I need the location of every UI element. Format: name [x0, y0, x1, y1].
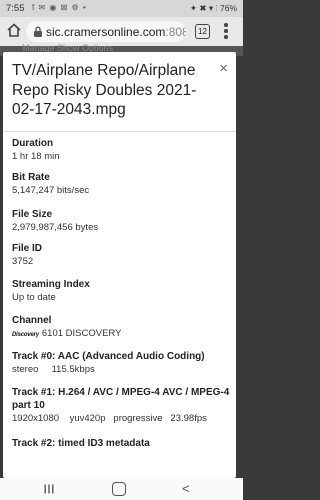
field-label: Streaming Index	[12, 279, 90, 290]
field-label: Track #0: AAC (Advanced Audio Coding)	[12, 351, 205, 362]
url-host: sic.cramersonline.com	[46, 25, 166, 39]
field-label: File Size	[12, 209, 53, 220]
lock-icon	[34, 26, 42, 37]
field-label: Track #2: timed ID3 metadata	[12, 438, 150, 449]
field-track-0: Track #0: AAC (Advanced Audio Coding) st…	[12, 350, 230, 376]
close-icon[interactable]: ×	[219, 60, 228, 77]
field-value: 1 hr 18 min	[12, 151, 60, 162]
system-icons: ✦ ✖ ▾ ⫶	[189, 3, 218, 13]
status-right: ✦ ✖ ▾ ⫶ 76%	[190, 3, 237, 14]
field-track-2: Track #2: timed ID3 metadata	[12, 437, 230, 450]
status-bar: 7:55 f ✉ ◉ ⊠ ⚙ • ✦ ✖ ▾ ⫶ 76%	[0, 0, 243, 17]
overflow-menu-icon[interactable]	[224, 23, 228, 39]
field-value: 3752	[12, 256, 34, 267]
field-label: Duration	[12, 138, 54, 149]
file-details-dialog: × TV/Airplane Repo/Airplane Repo Risky D…	[3, 52, 236, 478]
field-value: Discovery 6101 DISCOVERY	[12, 327, 230, 342]
field-streaming-index: Streaming Index Up to date	[12, 278, 230, 304]
nav-home-button[interactable]	[112, 482, 126, 496]
field-label: Track #1: H.264 / AVC / MPEG-4 AVC / MPE…	[12, 387, 230, 411]
field-track-1: Track #1: H.264 / AVC / MPEG-4 AVC / MPE…	[12, 386, 230, 425]
home-icon[interactable]	[6, 22, 22, 38]
url-text: sic.cramersonline.com:8089	[46, 25, 186, 39]
url-port: :8089	[165, 25, 186, 39]
field-bit-rate: Bit Rate 5,147,247 bits/sec	[12, 171, 230, 197]
field-label: Bit Rate	[12, 172, 50, 183]
field-label: File ID	[12, 243, 43, 254]
recent-apps-icon[interactable]	[44, 484, 54, 494]
field-channel: Channel Discovery 6101 DISCOVERY	[12, 314, 230, 342]
field-value: 2,979,987,456 bytes	[12, 222, 99, 233]
back-icon[interactable]: <	[182, 481, 190, 496]
address-bar[interactable]: sic.cramersonline.com:8089	[26, 21, 186, 42]
field-value: Up to date	[12, 292, 56, 303]
field-file-id: File ID 3752	[12, 242, 230, 268]
divider	[3, 131, 236, 132]
battery-percent: 76%	[219, 3, 237, 13]
discovery-logo-icon: Discovery	[12, 332, 39, 338]
channel-name: 6101 DISCOVERY	[41, 328, 122, 339]
field-duration: Duration 1 hr 18 min	[12, 137, 230, 163]
field-value: 5,147,247 bits/sec	[12, 185, 90, 196]
browser-toolbar: sic.cramersonline.com:8089 12	[0, 17, 243, 46]
field-value: stereo 115.5kbps	[12, 364, 95, 375]
notification-icons: f ✉ ◉ ⊠ ⚙ •	[32, 3, 87, 12]
android-nav-bar: <	[0, 478, 243, 500]
dialog-title: TV/Airplane Repo/Airplane Repo Risky Dou…	[12, 62, 197, 118]
field-file-size: File Size 2,979,987,456 bytes	[12, 208, 230, 234]
status-time: 7:55	[6, 3, 25, 14]
field-label: Channel	[12, 315, 52, 326]
tab-switcher-button[interactable]: 12	[195, 24, 210, 39]
field-value: 1920x1080 yuv420p progressive 23.98fps	[12, 413, 207, 424]
